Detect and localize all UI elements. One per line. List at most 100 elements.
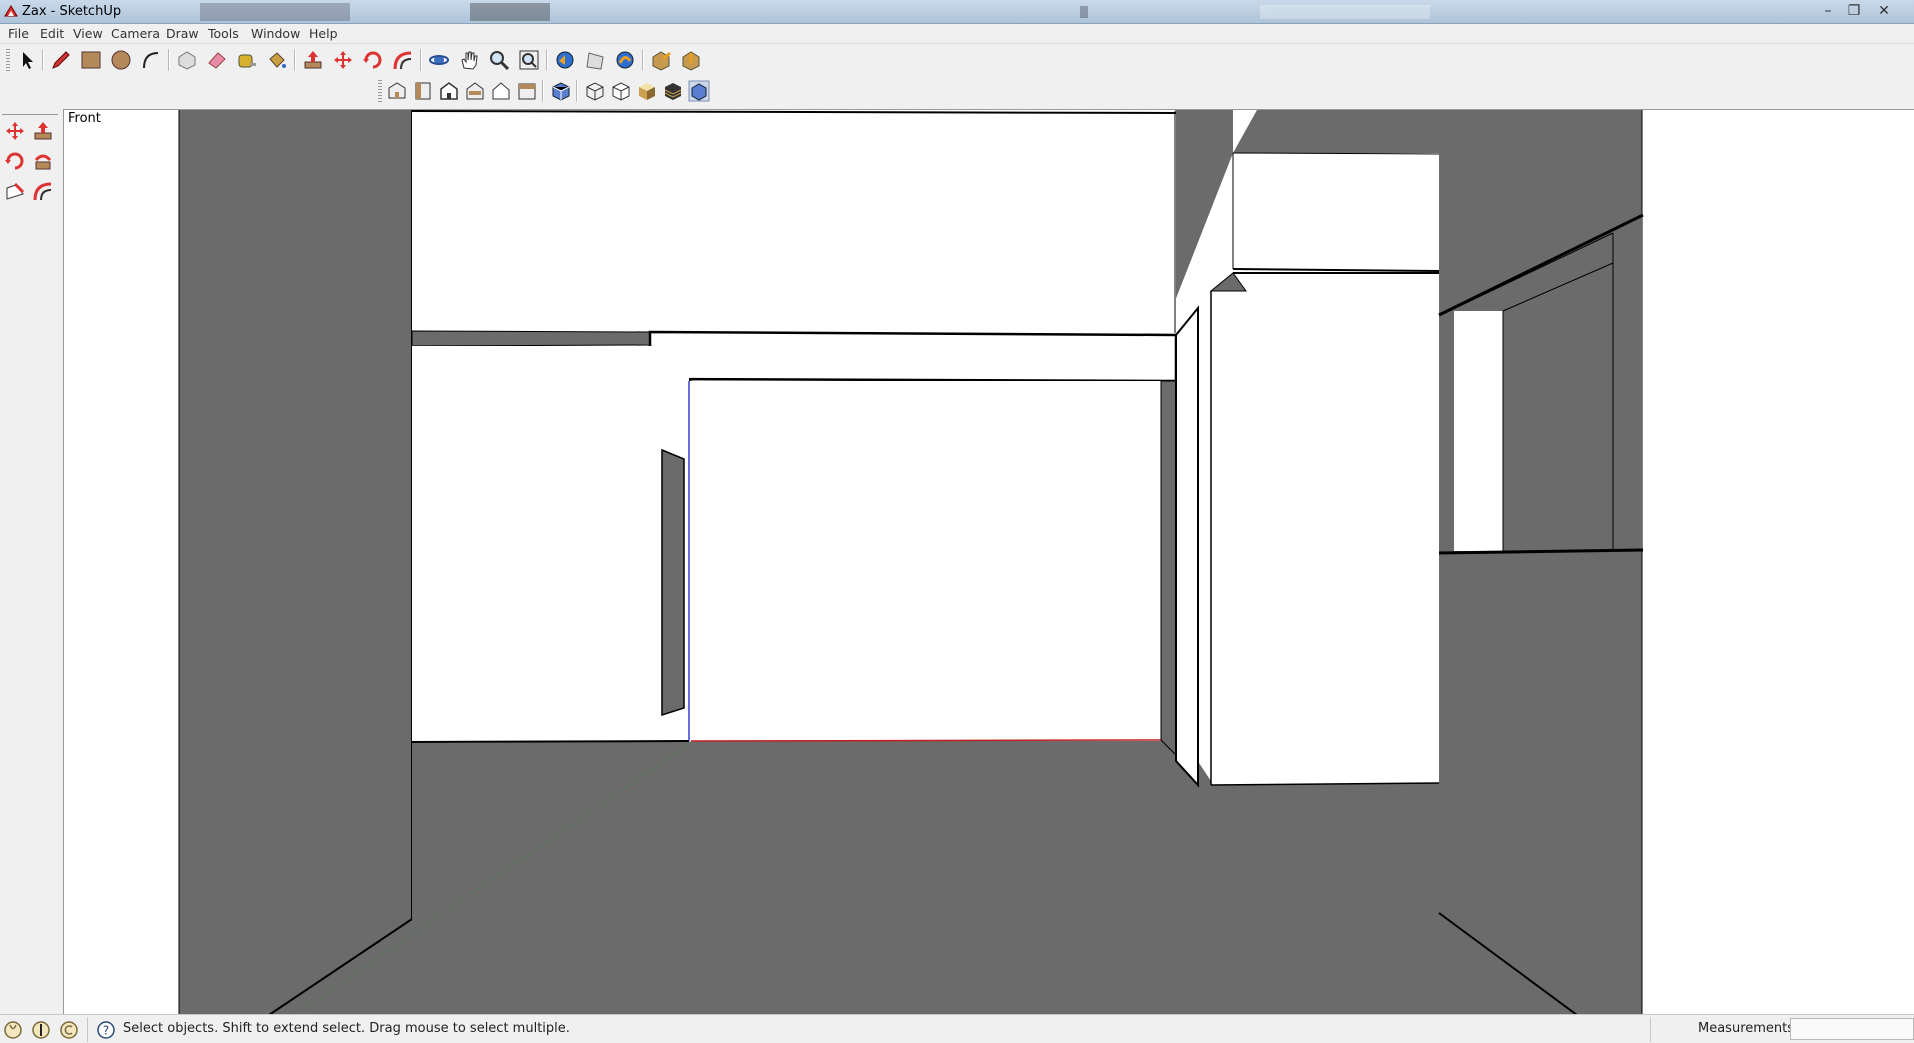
tape-measure-tool-button[interactable] xyxy=(234,47,260,73)
offset-tool-button[interactable] xyxy=(390,47,416,73)
monochrome-style-button[interactable] xyxy=(686,78,712,104)
window-title: Zax - SketchUp xyxy=(22,4,122,19)
scale-icon xyxy=(6,182,25,200)
xray-style-button[interactable] xyxy=(548,78,574,104)
drawing-viewport[interactable]: Front xyxy=(63,109,1914,1015)
menu-bar: File Edit View Camera Draw Tools Window … xyxy=(0,24,1914,44)
left-scale-tool-button[interactable] xyxy=(2,178,30,206)
title-bar-background-decoration xyxy=(200,3,1430,21)
left-move-tool-button[interactable] xyxy=(2,118,30,146)
wireframe-style-button[interactable] xyxy=(582,78,608,104)
next-view-icon xyxy=(586,52,604,70)
door-jamb-right xyxy=(1175,305,1199,788)
move-icon xyxy=(6,122,24,140)
menu-view[interactable]: View xyxy=(73,26,103,41)
back-view-button[interactable] xyxy=(488,78,514,104)
back-wall-upper xyxy=(411,110,1177,333)
sketchup-window: Zax - SketchUp – ❐ ✕ File Edit View Came… xyxy=(0,0,1914,1043)
iso-view-button[interactable] xyxy=(384,78,410,104)
warehouse-icon xyxy=(682,51,700,71)
left-rotate-tool-button[interactable] xyxy=(2,148,30,176)
help-icon[interactable]: ? xyxy=(96,1020,116,1040)
zoom-tool-button[interactable] xyxy=(486,47,512,73)
make-component-button[interactable] xyxy=(174,47,200,73)
left-view-button[interactable] xyxy=(514,78,540,104)
doorway-opening xyxy=(688,380,1177,757)
push-pull-tool-button[interactable] xyxy=(300,47,326,73)
rotate-icon xyxy=(363,51,382,69)
zoom-extents-icon xyxy=(519,50,539,70)
arc-tool-button[interactable] xyxy=(138,47,164,73)
get-models-button[interactable] xyxy=(612,47,638,73)
shaded-style-button[interactable] xyxy=(634,78,660,104)
select-tool-button[interactable] xyxy=(14,47,40,73)
shaded-icon xyxy=(639,83,655,100)
eraser-icon xyxy=(208,52,226,69)
left-wall xyxy=(178,110,413,1015)
offset-icon xyxy=(393,51,412,70)
share-model-button[interactable] xyxy=(648,47,674,73)
toolbar-grip[interactable] xyxy=(6,49,10,71)
line-tool-button[interactable] xyxy=(48,47,74,73)
move-tool-button[interactable] xyxy=(330,47,356,73)
measurements-input[interactable] xyxy=(1790,1018,1914,1040)
circle-tool-button[interactable] xyxy=(108,47,134,73)
top-view-icon xyxy=(415,82,431,100)
push-pull-icon xyxy=(304,51,322,69)
menu-draw[interactable]: Draw xyxy=(166,26,199,41)
pan-tool-button[interactable] xyxy=(456,47,482,73)
menu-tools[interactable]: Tools xyxy=(208,26,239,41)
rotate-icon xyxy=(5,152,24,170)
left-follow-me-tool-button[interactable] xyxy=(30,148,58,176)
hidden-line-style-button[interactable] xyxy=(608,78,634,104)
large-tool-set-toolbar xyxy=(0,110,62,1010)
credits-icon[interactable] xyxy=(31,1020,51,1040)
menu-window[interactable]: Window xyxy=(251,26,300,41)
close-button[interactable]: ✕ xyxy=(1872,2,1896,20)
account-icon[interactable] xyxy=(59,1020,79,1040)
front-view-button[interactable] xyxy=(436,78,462,104)
rotate-tool-button[interactable] xyxy=(360,47,386,73)
orbit-tool-button[interactable] xyxy=(426,47,452,73)
menu-edit[interactable]: Edit xyxy=(40,26,64,41)
menu-help[interactable]: Help xyxy=(309,26,338,41)
zoom-extents-button[interactable] xyxy=(516,47,542,73)
circle-icon xyxy=(111,50,131,70)
status-hint-text: Select objects. Shift to extend select. … xyxy=(123,1021,570,1036)
menu-file[interactable]: File xyxy=(8,26,29,41)
next-view-button[interactable] xyxy=(582,47,608,73)
back-view-icon xyxy=(492,82,510,100)
right-view-button[interactable] xyxy=(462,78,488,104)
eraser-tool-button[interactable] xyxy=(204,47,230,73)
upper-cabinet xyxy=(1232,152,1440,272)
hidden-line-icon xyxy=(612,82,630,101)
offset-icon xyxy=(33,182,52,201)
scene-tab-label[interactable]: Front xyxy=(68,111,101,126)
orbit-icon xyxy=(429,55,449,65)
measurements-label: Measurements xyxy=(1698,1021,1795,1036)
component-icon xyxy=(178,51,196,70)
zoom-icon xyxy=(490,51,510,71)
maximize-button[interactable]: ❐ xyxy=(1842,2,1866,20)
xray-icon xyxy=(552,82,570,101)
pan-hand-icon xyxy=(461,51,478,70)
menu-camera[interactable]: Camera xyxy=(111,26,160,41)
geo-location-icon[interactable] xyxy=(3,1020,23,1040)
status-bar: ? Select objects. Shift to extend select… xyxy=(0,1014,1914,1043)
previous-view-button[interactable] xyxy=(552,47,578,73)
top-view-button[interactable] xyxy=(410,78,436,104)
left-offset-tool-button[interactable] xyxy=(30,178,58,206)
svg-text:?: ? xyxy=(103,1024,109,1038)
arc-icon xyxy=(143,52,159,69)
minimize-button[interactable]: – xyxy=(1816,2,1840,20)
paint-bucket-tool-button[interactable] xyxy=(264,47,290,73)
left-room-wall xyxy=(411,346,690,743)
previous-view-icon xyxy=(556,51,574,69)
rectangle-tool-button[interactable] xyxy=(78,47,104,73)
shaded-textures-style-button[interactable] xyxy=(660,78,686,104)
front-view-icon xyxy=(440,82,458,100)
wireframe-icon xyxy=(586,82,604,101)
left-push-pull-tool-button[interactable] xyxy=(30,118,58,146)
toolbar-grip[interactable] xyxy=(378,80,382,102)
warehouse-button[interactable] xyxy=(678,47,704,73)
